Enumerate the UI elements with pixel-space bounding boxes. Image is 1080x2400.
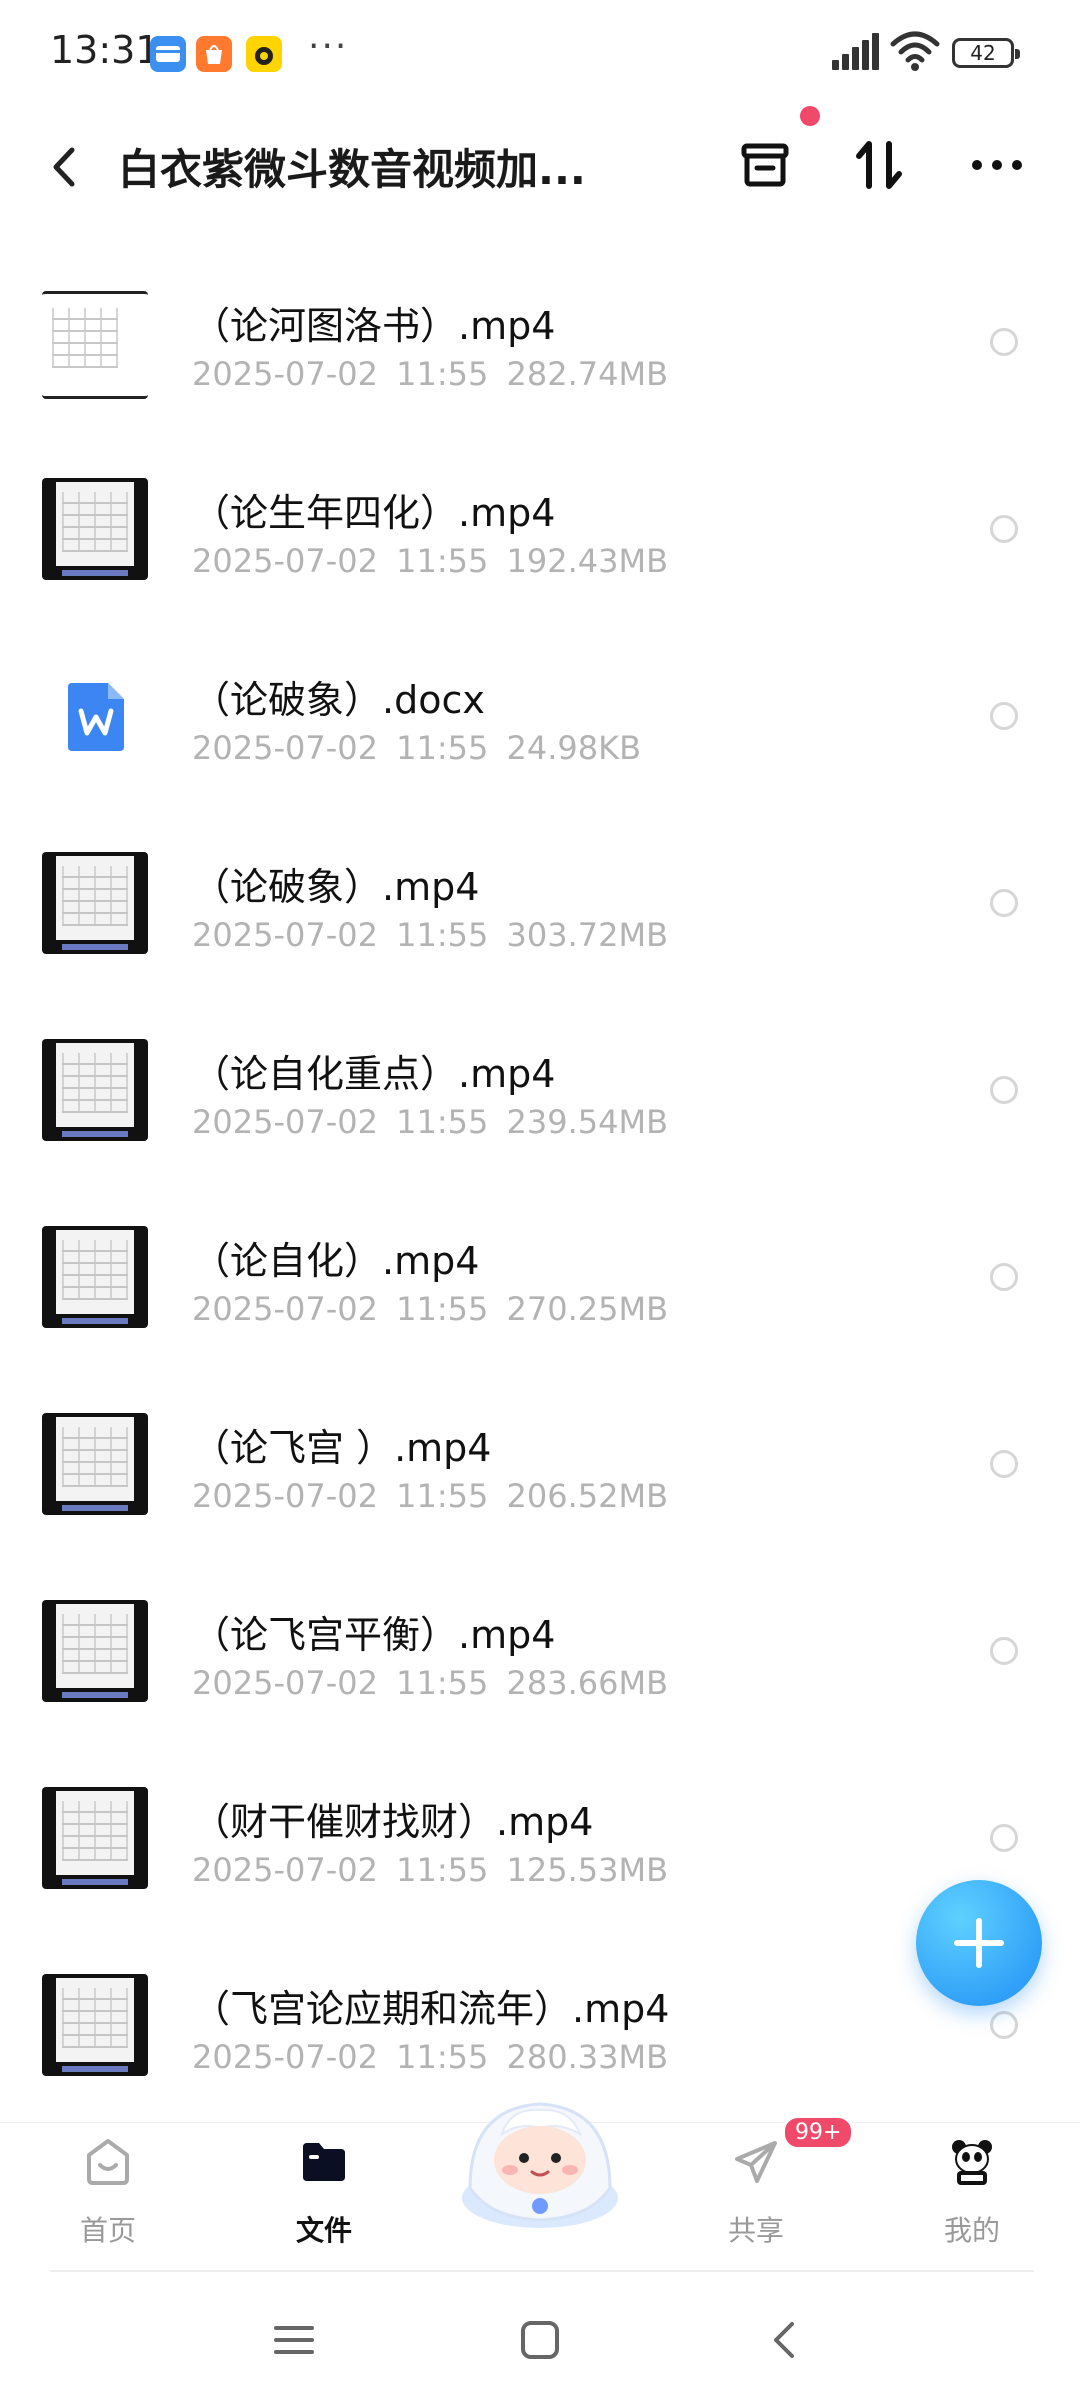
file-row[interactable]: （论自化）.mp4 2025-07-02 11:55 270.25MB: [0, 1190, 1080, 1377]
select-radio[interactable]: [990, 889, 1018, 917]
file-meta: 2025-07-02 11:55 24.98KB: [192, 729, 642, 767]
select-radio[interactable]: [990, 1637, 1018, 1665]
file-row[interactable]: （论飞宫 ）.mp4 2025-07-02 11:55 206.52MB: [0, 1377, 1080, 1564]
home-icon: [87, 2139, 129, 2185]
ai-assistant-mascot-icon[interactable]: [440, 2078, 640, 2238]
file-row[interactable]: （财干催财找财）.mp4 2025-07-02 11:55 125.53MB: [0, 1751, 1080, 1938]
video-thumbnail: [42, 852, 148, 954]
nav-me-label: 我的: [943, 2214, 1000, 2247]
archive-icon[interactable]: [730, 130, 800, 200]
sort-icon[interactable]: [845, 130, 915, 200]
file-meta: 2025-07-02 11:55 206.52MB: [192, 1477, 669, 1515]
back-arrow-icon[interactable]: [40, 132, 90, 202]
video-thumbnail: [42, 291, 148, 399]
nav-home-label: 首页: [79, 2214, 136, 2247]
nav-files[interactable]: 文件: [244, 2123, 404, 2273]
status-bar: 13:31 ··· 42: [0, 0, 1080, 110]
nav-share[interactable]: 99+ 共享: [676, 2115, 855, 2273]
video-app-icon: [246, 36, 282, 72]
file-name: （论破象）.mp4: [192, 865, 480, 909]
video-thumbnail: [42, 478, 148, 580]
video-thumbnail: [42, 1974, 148, 2076]
paper-plane-icon: [735, 2141, 777, 2183]
select-radio[interactable]: [990, 702, 1018, 730]
file-name: （论自化）.mp4: [192, 1239, 480, 1283]
file-name: （论河图洛书）.mp4: [192, 304, 556, 348]
select-radio[interactable]: [990, 1824, 1018, 1852]
more-notifications-icon: ···: [308, 26, 349, 67]
word-doc-icon: [68, 683, 124, 751]
select-radio[interactable]: [990, 328, 1018, 356]
file-name: （飞宫论应期和流年）.mp4: [192, 1987, 670, 2031]
system-nav-bar: [0, 2280, 1080, 2400]
file-meta: 2025-07-02 11:55 270.25MB: [192, 1290, 669, 1328]
select-radio[interactable]: [990, 1076, 1018, 1104]
wifi-icon: [890, 31, 940, 71]
file-row[interactable]: （论破象）.mp4 2025-07-02 11:55 303.72MB: [0, 816, 1080, 1003]
file-meta: 2025-07-02 11:55 283.66MB: [192, 1664, 669, 1702]
shop-app-icon: [196, 36, 232, 72]
nav-home[interactable]: 首页: [28, 2123, 188, 2273]
file-meta: 2025-07-02 11:55 125.53MB: [192, 1851, 669, 1889]
file-name: （论飞宫平衡）.mp4: [192, 1613, 556, 1657]
more-options-icon[interactable]: [962, 130, 1032, 200]
file-row[interactable]: （论破象）.docx 2025-07-02 11:55 24.98KB: [0, 629, 1080, 816]
select-radio[interactable]: [990, 515, 1018, 543]
file-name: （论自化重点）.mp4: [192, 1052, 556, 1096]
add-button[interactable]: [916, 1880, 1042, 2006]
file-meta: 2025-07-02 11:55 303.72MB: [192, 916, 669, 954]
select-radio[interactable]: [990, 1450, 1018, 1478]
battery-indicator: 42: [952, 38, 1020, 68]
signal-icon: [832, 33, 879, 70]
file-meta: 2025-07-02 11:55 239.54MB: [192, 1103, 669, 1141]
nav-files-label: 文件: [295, 2214, 352, 2247]
folder-icon: [303, 2143, 345, 2181]
file-name: （论破象）.docx: [192, 678, 485, 722]
file-name: （论生年四化）.mp4: [192, 491, 556, 535]
status-time: 13:31: [50, 28, 160, 72]
video-thumbnail: [42, 1787, 148, 1889]
file-row[interactable]: （论飞宫平衡）.mp4 2025-07-02 11:55 283.66MB: [0, 1564, 1080, 1751]
nav-divider: [50, 2270, 1034, 2272]
system-back-icon[interactable]: [756, 2310, 816, 2370]
select-radio[interactable]: [990, 2011, 1018, 2039]
file-meta: 2025-07-02 11:55 280.33MB: [192, 2038, 669, 2076]
video-thumbnail: [42, 1413, 148, 1515]
nav-me[interactable]: 我的: [892, 2123, 1052, 2273]
notification-dot: [800, 106, 820, 126]
file-row[interactable]: （论自化重点）.mp4 2025-07-02 11:55 239.54MB: [0, 1003, 1080, 1190]
video-thumbnail: [42, 1039, 148, 1141]
select-radio[interactable]: [990, 1263, 1018, 1291]
wallet-app-icon: [150, 36, 186, 72]
home-button-icon[interactable]: [510, 2310, 570, 2370]
file-name: （论飞宫 ）.mp4: [192, 1426, 492, 1470]
video-thumbnail: [42, 1600, 148, 1702]
file-meta: 2025-07-02 11:55 282.74MB: [192, 355, 669, 393]
file-row[interactable]: （论生年四化）.mp4 2025-07-02 11:55 192.43MB: [0, 442, 1080, 629]
top-app-bar: 白衣紫微斗数音视频加...: [0, 106, 1080, 230]
nav-share-label: 共享: [727, 2214, 784, 2247]
share-badge: 99+: [782, 2115, 855, 2150]
file-row[interactable]: （论河图洛书）.mp4 2025-07-02 11:55 282.74MB: [0, 255, 1080, 442]
panda-avatar-icon: [952, 2140, 992, 2185]
file-meta: 2025-07-02 11:55 192.43MB: [192, 542, 669, 580]
file-name: （财干催财找财）.mp4: [192, 1800, 594, 1844]
video-thumbnail: [42, 1226, 148, 1328]
recent-apps-icon[interactable]: [264, 2310, 324, 2370]
page-title: 白衣紫微斗数音视频加...: [118, 145, 586, 194]
